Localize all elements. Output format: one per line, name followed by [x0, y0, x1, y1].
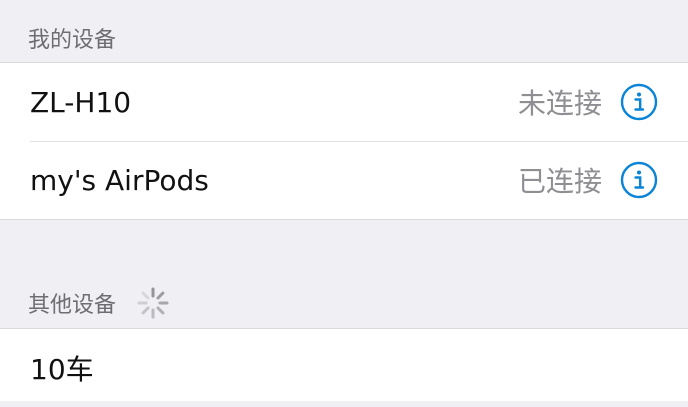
my-devices-header: 我的设备 — [28, 22, 116, 54]
device-row[interactable]: my's AirPods 已连接 — [0, 141, 688, 219]
other-devices-header-label: 其他设备 — [28, 293, 117, 318]
device-status: 已连接 — [517, 165, 602, 198]
device-row[interactable]: 10车 — [0, 329, 688, 407]
info-icon[interactable] — [620, 161, 658, 199]
info-icon[interactable] — [620, 83, 658, 121]
other-devices-list: 10车 — [0, 328, 688, 401]
my-devices-header-label: 我的设备 — [28, 28, 117, 53]
other-devices-header: 其他设备 — [28, 286, 170, 320]
device-row[interactable]: ZL-H10 未连接 — [0, 63, 688, 141]
device-name: my's AirPods — [30, 163, 209, 197]
spinner-icon — [136, 286, 170, 320]
device-status: 未连接 — [517, 87, 602, 120]
my-devices-list: ZL-H10 未连接 my's AirPods 已连接 — [0, 62, 688, 220]
device-name: 10车 — [30, 353, 94, 386]
device-name: ZL-H10 — [30, 85, 132, 119]
